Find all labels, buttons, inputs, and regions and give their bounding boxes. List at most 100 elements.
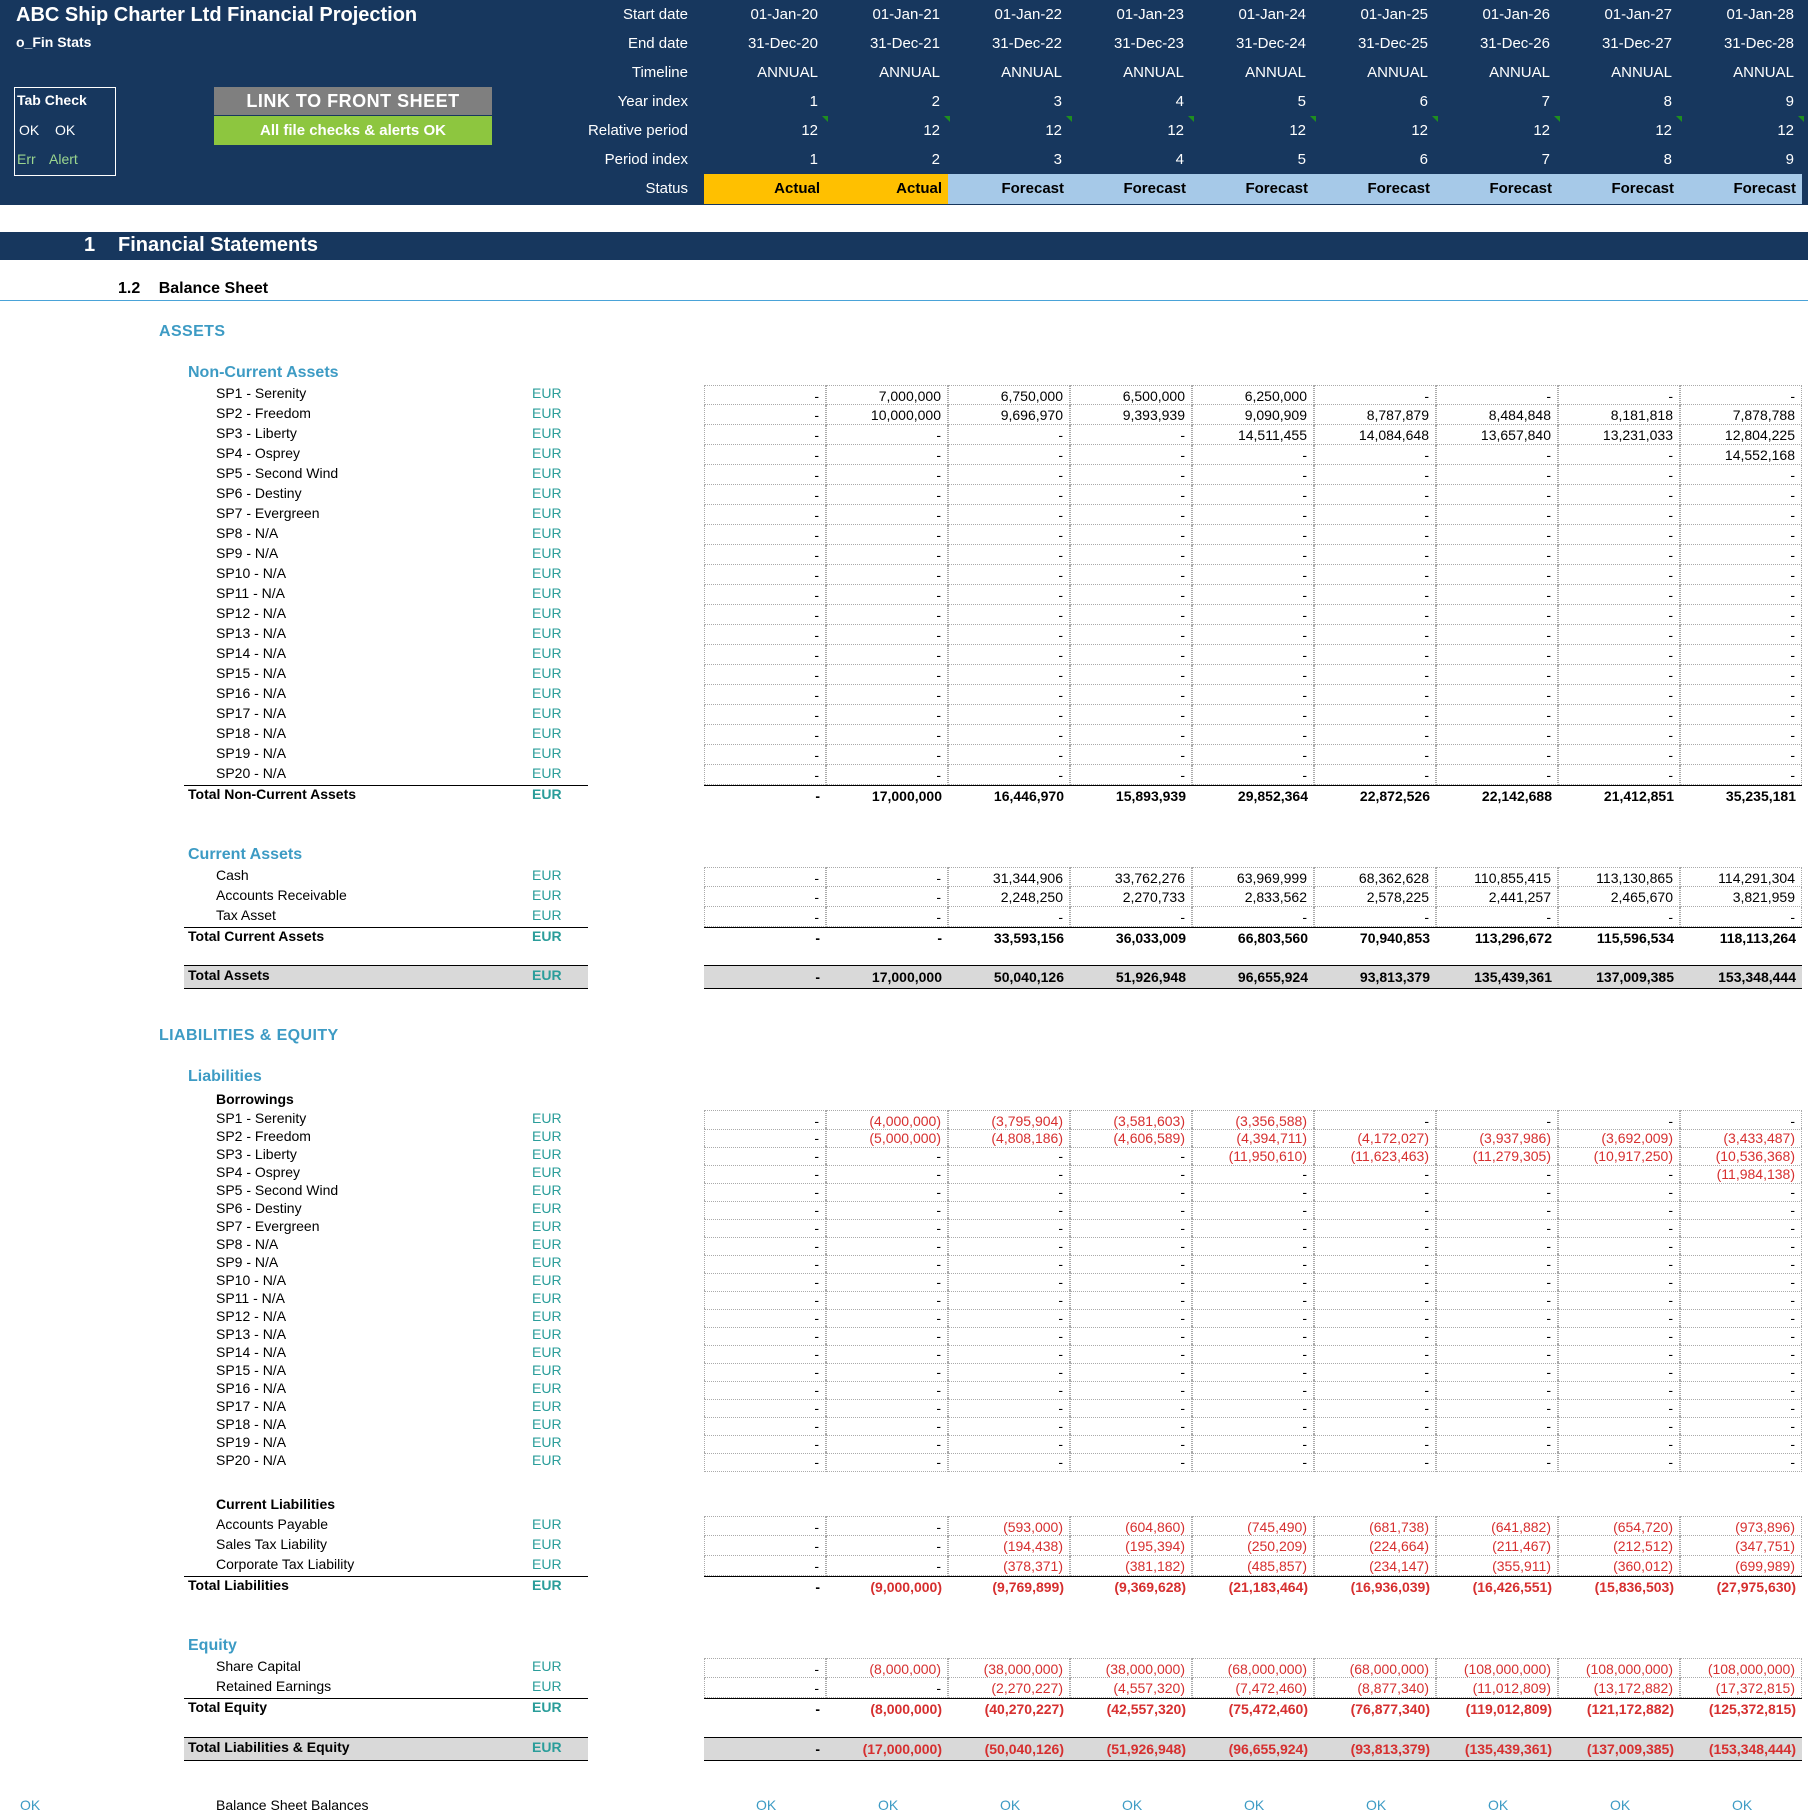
value-cell[interactable]: - — [826, 745, 948, 765]
value-cell[interactable]: - — [1558, 1254, 1680, 1274]
value-cell[interactable]: 9,090,909 — [1192, 405, 1314, 425]
value-cell[interactable]: - — [1314, 465, 1436, 485]
value-cell[interactable]: - — [1680, 705, 1802, 725]
value-cell[interactable]: 6,250,000 — [1192, 385, 1314, 405]
value-cell[interactable]: - — [1680, 485, 1802, 505]
value-cell[interactable]: - — [826, 425, 948, 445]
value-cell[interactable]: 14,511,455 — [1192, 425, 1314, 445]
value-cell[interactable]: - — [1680, 625, 1802, 645]
value-cell[interactable]: - — [1558, 685, 1680, 705]
value-cell[interactable]: (108,000,000) — [1436, 1658, 1558, 1678]
value-cell[interactable]: - — [826, 585, 948, 605]
value-cell[interactable]: - — [1436, 545, 1558, 565]
value-cell[interactable]: - — [1680, 525, 1802, 545]
value-cell[interactable]: - — [704, 1434, 826, 1454]
value-cell[interactable]: - — [1558, 505, 1680, 525]
value-cell[interactable]: - — [826, 485, 948, 505]
value-cell[interactable]: - — [704, 765, 826, 785]
value-cell[interactable]: (641,882) — [1436, 1516, 1558, 1536]
value-cell[interactable]: (11,279,305) — [1436, 1146, 1558, 1166]
value-cell[interactable]: - — [1680, 1236, 1802, 1256]
value-cell[interactable]: (121,172,882) — [1558, 1699, 1680, 1719]
value-cell[interactable]: (4,172,027) — [1314, 1128, 1436, 1148]
value-cell[interactable]: - — [1436, 1452, 1558, 1472]
value-cell[interactable]: - — [1192, 685, 1314, 705]
value-cell[interactable]: - — [826, 1164, 948, 1184]
value-cell[interactable]: - — [1680, 385, 1802, 405]
value-cell[interactable]: - — [1314, 705, 1436, 725]
value-cell[interactable]: - — [1436, 1326, 1558, 1346]
value-cell[interactable]: - — [1314, 625, 1436, 645]
value-cell[interactable]: - — [704, 385, 826, 405]
value-cell[interactable]: (3,356,588) — [1192, 1110, 1314, 1130]
value-cell[interactable]: - — [948, 1362, 1070, 1382]
value-cell[interactable]: - — [1680, 907, 1802, 927]
value-cell[interactable]: - — [1436, 465, 1558, 485]
value-cell[interactable]: 21,412,851 — [1558, 786, 1680, 806]
value-cell[interactable]: - — [1680, 1344, 1802, 1364]
value-cell[interactable]: - — [1192, 1218, 1314, 1238]
value-cell[interactable]: - — [1070, 1236, 1192, 1256]
value-cell[interactable]: - — [948, 1326, 1070, 1346]
value-cell[interactable]: (9,769,899) — [948, 1577, 1070, 1597]
value-cell[interactable]: (224,664) — [1314, 1536, 1436, 1556]
value-cell[interactable]: (153,348,444) — [1680, 1739, 1802, 1759]
value-cell[interactable]: - — [1680, 565, 1802, 585]
value-cell[interactable]: - — [826, 1434, 948, 1454]
value-cell[interactable]: (8,877,340) — [1314, 1678, 1436, 1698]
value-cell[interactable]: - — [1680, 1200, 1802, 1220]
value-cell[interactable]: - — [1436, 585, 1558, 605]
value-cell[interactable]: 8,181,818 — [1558, 405, 1680, 425]
value-cell[interactable]: (355,911) — [1436, 1556, 1558, 1576]
value-cell[interactable]: - — [704, 1128, 826, 1148]
value-cell[interactable]: - — [1314, 1182, 1436, 1202]
value-cell[interactable]: - — [826, 1146, 948, 1166]
value-cell[interactable]: 70,940,853 — [1314, 928, 1436, 948]
value-cell[interactable]: (745,490) — [1192, 1516, 1314, 1536]
value-cell[interactable]: - — [1436, 745, 1558, 765]
value-cell[interactable]: - — [1558, 1344, 1680, 1364]
value-cell[interactable]: - — [1558, 1416, 1680, 1436]
value-cell[interactable]: (381,182) — [1070, 1556, 1192, 1576]
value-cell[interactable]: - — [1558, 1308, 1680, 1328]
value-cell[interactable]: - — [704, 545, 826, 565]
value-cell[interactable]: (13,172,882) — [1558, 1678, 1680, 1698]
value-cell[interactable]: - — [1436, 1308, 1558, 1328]
value-cell[interactable]: - — [1436, 525, 1558, 545]
value-cell[interactable]: - — [1192, 1164, 1314, 1184]
value-cell[interactable]: - — [1436, 1380, 1558, 1400]
value-cell[interactable]: (10,917,250) — [1558, 1146, 1680, 1166]
value-cell[interactable]: - — [1070, 1182, 1192, 1202]
value-cell[interactable]: - — [704, 1678, 826, 1698]
value-cell[interactable]: - — [704, 1362, 826, 1382]
value-cell[interactable]: - — [826, 1344, 948, 1364]
value-cell[interactable]: - — [1436, 725, 1558, 745]
value-cell[interactable]: 50,040,126 — [948, 967, 1070, 987]
value-cell[interactable]: (3,692,009) — [1558, 1128, 1680, 1148]
value-cell[interactable]: (51,926,948) — [1070, 1739, 1192, 1759]
value-cell[interactable]: (593,000) — [948, 1516, 1070, 1536]
value-cell[interactable]: - — [948, 505, 1070, 525]
value-cell[interactable]: - — [1192, 565, 1314, 585]
value-cell[interactable]: (15,836,503) — [1558, 1577, 1680, 1597]
value-cell[interactable]: - — [1436, 765, 1558, 785]
value-cell[interactable]: - — [948, 1380, 1070, 1400]
value-cell[interactable]: - — [1192, 1182, 1314, 1202]
value-cell[interactable]: (234,147) — [1314, 1556, 1436, 1576]
value-cell[interactable]: 9,696,970 — [948, 405, 1070, 425]
value-cell[interactable]: 113,130,865 — [1558, 867, 1680, 887]
value-cell[interactable]: (9,369,628) — [1070, 1577, 1192, 1597]
value-cell[interactable]: - — [1314, 685, 1436, 705]
value-cell[interactable]: - — [1314, 585, 1436, 605]
value-cell[interactable]: - — [1680, 1398, 1802, 1418]
value-cell[interactable]: - — [704, 1556, 826, 1576]
value-cell[interactable]: (194,438) — [948, 1536, 1070, 1556]
value-cell[interactable]: - — [1192, 1290, 1314, 1310]
value-cell[interactable]: - — [1070, 1200, 1192, 1220]
value-cell[interactable]: - — [1680, 1254, 1802, 1274]
value-cell[interactable]: - — [1680, 1434, 1802, 1454]
value-cell[interactable]: - — [1680, 765, 1802, 785]
value-cell[interactable]: - — [704, 1380, 826, 1400]
value-cell[interactable]: - — [1070, 1326, 1192, 1346]
value-cell[interactable]: - — [948, 525, 1070, 545]
